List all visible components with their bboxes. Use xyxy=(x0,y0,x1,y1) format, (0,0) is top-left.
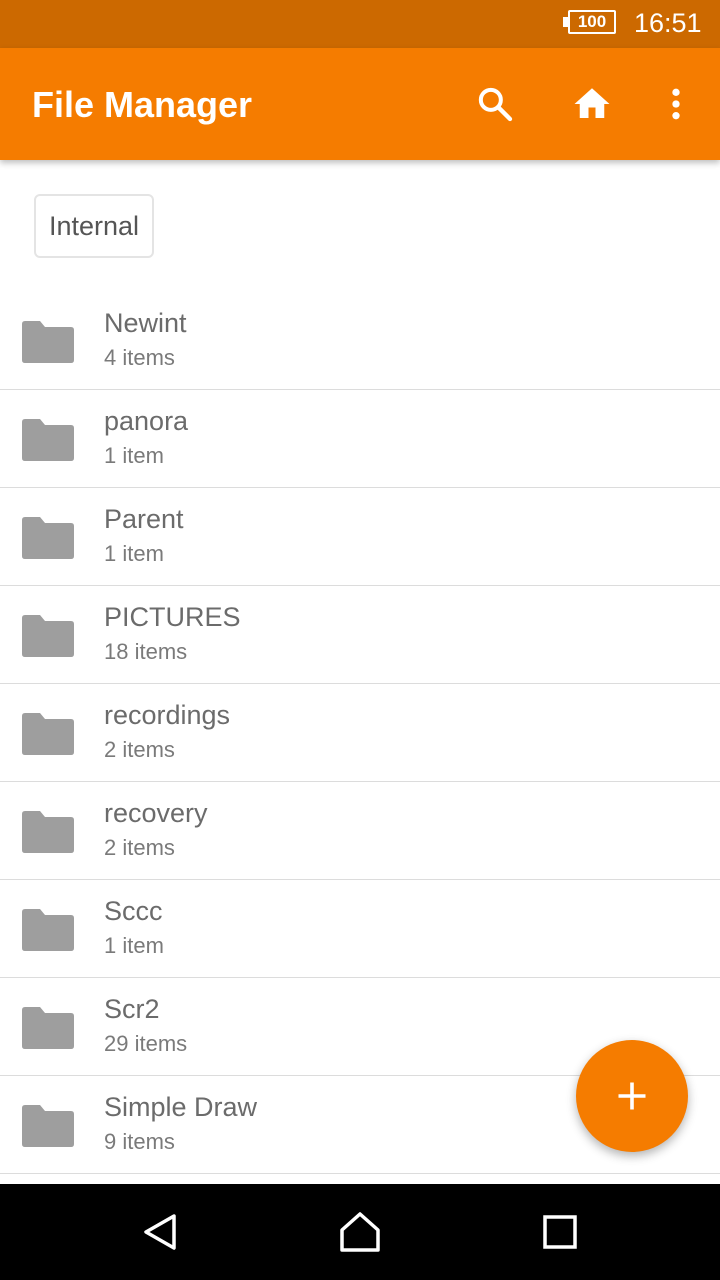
plus-icon xyxy=(618,1082,646,1110)
recents-button[interactable] xyxy=(528,1200,592,1264)
home-icon xyxy=(574,88,610,118)
folder-icon xyxy=(22,811,74,853)
folder-icon xyxy=(22,909,74,951)
more-options-button[interactable] xyxy=(648,76,704,132)
folder-icon xyxy=(22,517,74,559)
folder-row[interactable]: Newint 4 items xyxy=(0,292,720,390)
folder-item-count: 18 items xyxy=(104,639,188,664)
folder-row[interactable]: PICTURES 18 items xyxy=(0,586,720,684)
recents-icon xyxy=(543,1215,577,1249)
back-icon xyxy=(144,1214,176,1250)
folder-name: Simple Draw xyxy=(104,1092,258,1122)
home-button[interactable] xyxy=(564,76,620,132)
folder-item-count: 2 items xyxy=(104,835,175,860)
folder-row[interactable]: Sccc 1 item xyxy=(0,880,720,978)
app-title: File Manager xyxy=(32,84,253,125)
folder-name: recordings xyxy=(104,700,231,730)
folder-icon xyxy=(22,713,74,755)
home-nav-button[interactable] xyxy=(328,1200,392,1264)
folder-item-count: 9 items xyxy=(104,1129,175,1154)
status-time: 16:51 xyxy=(634,8,702,38)
folder-item-count: 1 item xyxy=(104,443,164,468)
more-vert-icon xyxy=(672,88,680,120)
folder-row[interactable]: Parent 1 item xyxy=(0,488,720,586)
folder-icon xyxy=(22,1007,74,1049)
folder-icon xyxy=(22,419,74,461)
folder-name: Sccc xyxy=(104,896,163,926)
folder-icon xyxy=(22,1105,74,1147)
home-nav-icon xyxy=(340,1212,380,1252)
folder-name: PICTURES xyxy=(104,602,241,632)
folder-row[interactable]: recovery 2 items xyxy=(0,782,720,880)
folder-item-count: 4 items xyxy=(104,345,175,370)
folder-icon xyxy=(22,321,74,363)
back-button[interactable] xyxy=(128,1200,192,1264)
folder-name: panora xyxy=(104,406,189,436)
search-icon xyxy=(478,87,513,122)
folder-item-count: 2 items xyxy=(104,737,175,762)
search-button[interactable] xyxy=(467,76,523,132)
folder-name: Scr2 xyxy=(104,994,160,1024)
folder-icon xyxy=(22,615,74,657)
folder-name: recovery xyxy=(104,798,208,828)
folder-item-count: 1 item xyxy=(104,933,164,958)
folder-row[interactable]: panora 1 item xyxy=(0,390,720,488)
storage-selector-internal[interactable]: Internal xyxy=(34,194,154,258)
storage-label: Internal xyxy=(48,210,140,241)
app-bar: File Manager xyxy=(0,48,720,160)
file-list: Newint 4 items panora 1 item Parent 1 it… xyxy=(0,292,720,1174)
status-bar: 100 16:51 xyxy=(0,0,720,48)
add-fab-button[interactable] xyxy=(576,1040,688,1152)
folder-row[interactable]: recordings 2 items xyxy=(0,684,720,782)
battery-level: 100 xyxy=(577,12,607,31)
folder-item-count: 1 item xyxy=(104,541,164,566)
folder-item-count: 29 items xyxy=(104,1031,188,1056)
folder-name: Newint xyxy=(104,308,187,338)
folder-name: Parent xyxy=(104,504,184,534)
battery-icon: 100 xyxy=(568,10,616,34)
navigation-bar xyxy=(0,1184,720,1280)
